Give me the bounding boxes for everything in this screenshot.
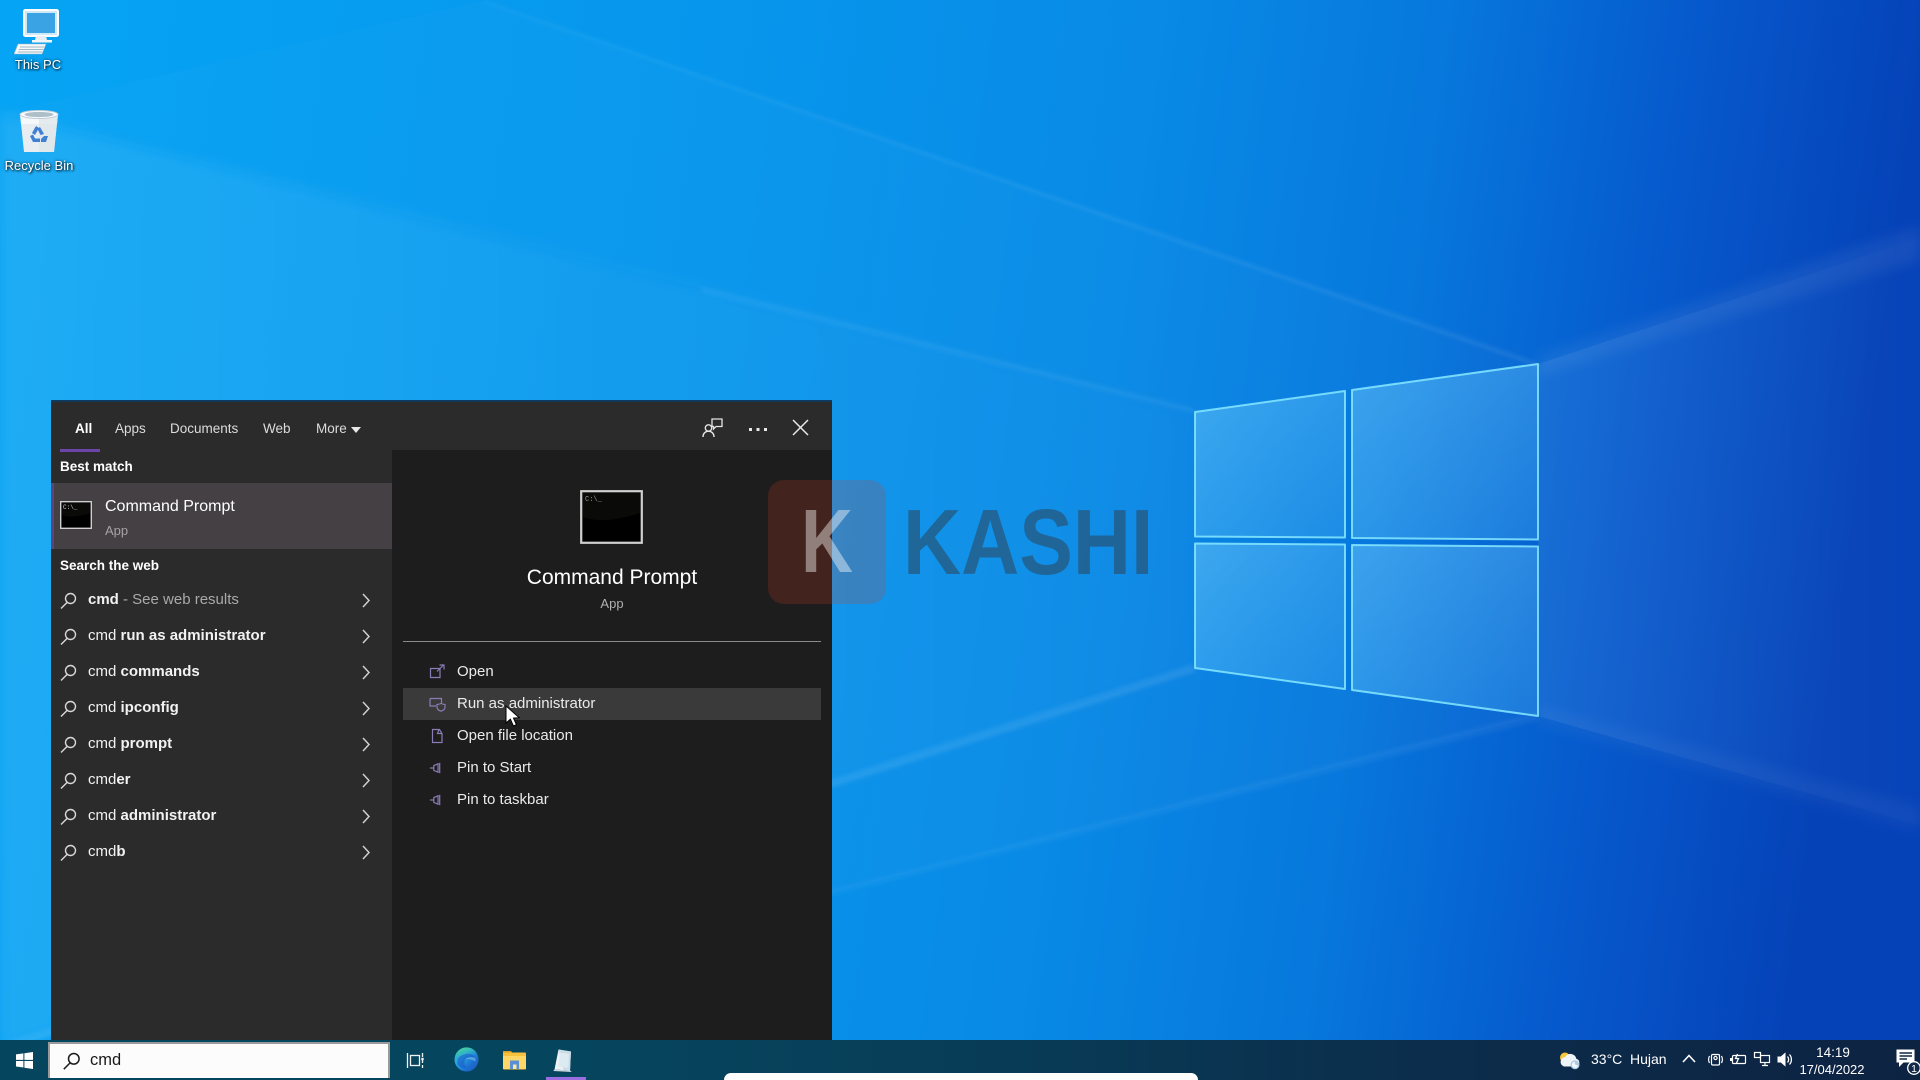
svg-text:C:\_: C:\_ [585, 496, 603, 504]
svg-text:1: 1 [1911, 1063, 1917, 1075]
svg-text:C:\_: C:\_ [63, 504, 78, 511]
